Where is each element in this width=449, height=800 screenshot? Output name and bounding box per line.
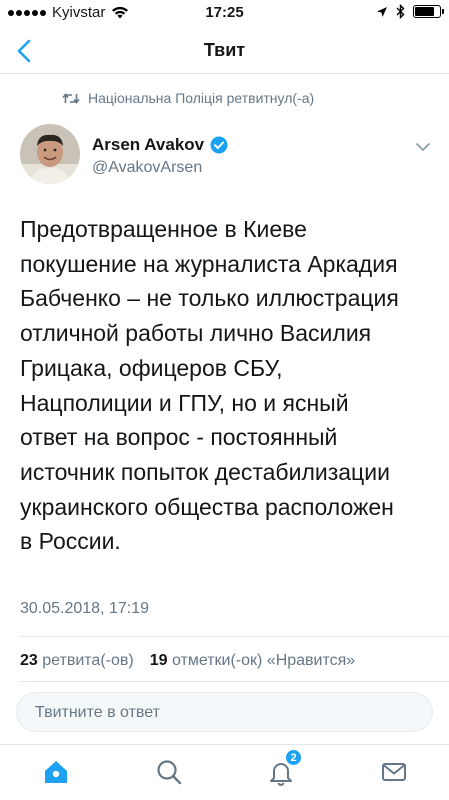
nav-bar: Твит	[0, 28, 449, 74]
author-handle[interactable]: @AvakovArsen	[92, 159, 202, 177]
battery-fill	[415, 7, 435, 16]
divider	[20, 636, 449, 637]
tweet-author: Arsen Avakov @AvakovArsen	[20, 124, 440, 194]
likes-count: 19	[149, 652, 168, 669]
likes-label: отметки(-ок) «Нравится»	[171, 652, 356, 669]
retweeted-by[interactable]: Національна Поліція ретвитнул(-а)	[62, 90, 314, 106]
avatar[interactable]	[20, 124, 80, 184]
location-arrow-icon	[377, 6, 387, 17]
tab-messages[interactable]	[379, 757, 409, 787]
page-title: Твит	[203, 40, 246, 60]
reply-input[interactable]: Твитните в ответ	[16, 692, 433, 732]
status-bar: Kyivstar 17:25	[0, 0, 449, 28]
tweet-stats: 23 ретвита(-ов) 19 отметки(-ок) «Нравитс…	[20, 652, 355, 670]
tweet-text: Предотвращенное в Киеве покушение на жур…	[20, 216, 399, 555]
tweet-options-button[interactable]	[412, 136, 434, 158]
search-icon	[157, 760, 182, 785]
status-right	[376, 4, 444, 19]
likes-stat[interactable]: 19 отметки(-ок) «Нравится»	[150, 652, 355, 670]
author-name[interactable]: Arsen Avakov	[92, 135, 228, 155]
author-name-text: Arsen Avakov	[92, 135, 205, 154]
retweets-label: ретвита(-ов)	[42, 652, 134, 669]
bluetooth-icon	[396, 4, 405, 19]
tweet-timestamp: 30.05.2018, 17:19	[20, 600, 150, 617]
verified-badge-icon	[210, 136, 228, 154]
avatar-image	[20, 124, 80, 184]
retweets-count: 23	[20, 652, 38, 669]
divider	[20, 681, 449, 682]
tab-bar: 2	[0, 744, 449, 800]
retweet-icon	[62, 92, 80, 104]
tab-notifications[interactable]: 2	[266, 748, 303, 787]
tab-search[interactable]	[154, 757, 184, 787]
retweeted-by-label: Національна Поліція ретвитнул(-а)	[88, 90, 315, 106]
battery-icon	[413, 5, 444, 18]
tab-home[interactable]	[41, 757, 71, 787]
home-icon	[45, 761, 67, 783]
chevron-down-icon	[416, 143, 430, 151]
mail-icon	[382, 763, 406, 781]
retweets-stat[interactable]: 23 ретвита(-ов)	[20, 652, 134, 670]
notifications-badge: 2	[284, 748, 303, 767]
